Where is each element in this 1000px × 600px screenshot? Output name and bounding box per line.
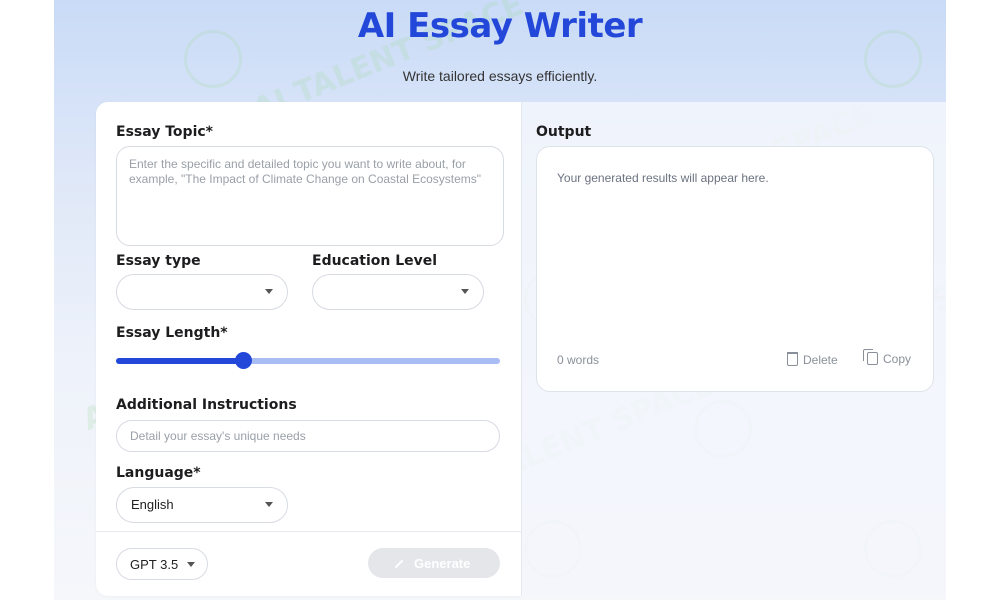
generate-button-label: Generate <box>414 556 471 571</box>
additional-instructions-input[interactable]: Detail your essay's unique needs <box>116 420 500 452</box>
output-placeholder: Your generated results will appear here. <box>557 171 769 185</box>
page-title: AI Essay Writer <box>357 6 643 46</box>
slider-thumb[interactable] <box>234 352 252 369</box>
output-box[interactable]: Your generated results will appear here.… <box>536 146 934 392</box>
generate-button[interactable]: Generate <box>368 548 500 578</box>
chevron-down-icon <box>265 502 273 507</box>
essay-length-label: Essay Length* <box>116 325 228 341</box>
model-value: GPT 3.5 <box>130 557 179 572</box>
essay-type-select[interactable] <box>116 274 288 310</box>
model-select[interactable]: GPT 3.5 <box>116 548 208 580</box>
language-select[interactable]: English <box>116 487 288 523</box>
page-subtitle: Write tailored essays efficiently. <box>402 68 598 84</box>
essay-type-label: Essay type <box>116 253 201 269</box>
copy-icon <box>863 349 878 365</box>
language-label: Language* <box>116 465 201 481</box>
essay-length-slider[interactable] <box>116 352 500 369</box>
chevron-down-icon <box>265 289 273 294</box>
divider <box>96 531 521 532</box>
word-count: 0 words <box>557 353 600 367</box>
copy-button[interactable]: Copy <box>863 349 912 366</box>
output-panel: Output Your generated results will appea… <box>521 102 946 596</box>
essay-card: Essay Topic* Enter the specific and deta… <box>96 102 946 596</box>
chevron-down-icon <box>187 562 195 567</box>
education-level-label: Education Level <box>312 253 438 269</box>
education-level-select[interactable] <box>312 274 484 310</box>
trash-icon <box>787 352 798 366</box>
essay-topic-label: Essay Topic* <box>116 124 213 140</box>
additional-instructions-label: Additional Instructions <box>116 397 297 413</box>
instructions-placeholder: Detail your essay's unique needs <box>130 429 306 443</box>
language-value: English <box>131 497 174 512</box>
magic-wand-icon <box>394 555 404 570</box>
delete-label: Delete <box>803 353 838 367</box>
chevron-down-icon <box>461 289 469 294</box>
essay-topic-textarea[interactable]: Enter the specific and detailed topic yo… <box>116 146 504 246</box>
copy-label: Copy <box>883 352 912 366</box>
slider-fill <box>116 358 243 364</box>
form-panel: Essay Topic* Enter the specific and deta… <box>96 102 521 596</box>
app-frame: AI TALENT SPACE AI TALENT SPACE AI TALEN… <box>54 0 946 600</box>
output-label: Output <box>536 124 592 140</box>
delete-button[interactable]: Delete <box>787 352 838 367</box>
